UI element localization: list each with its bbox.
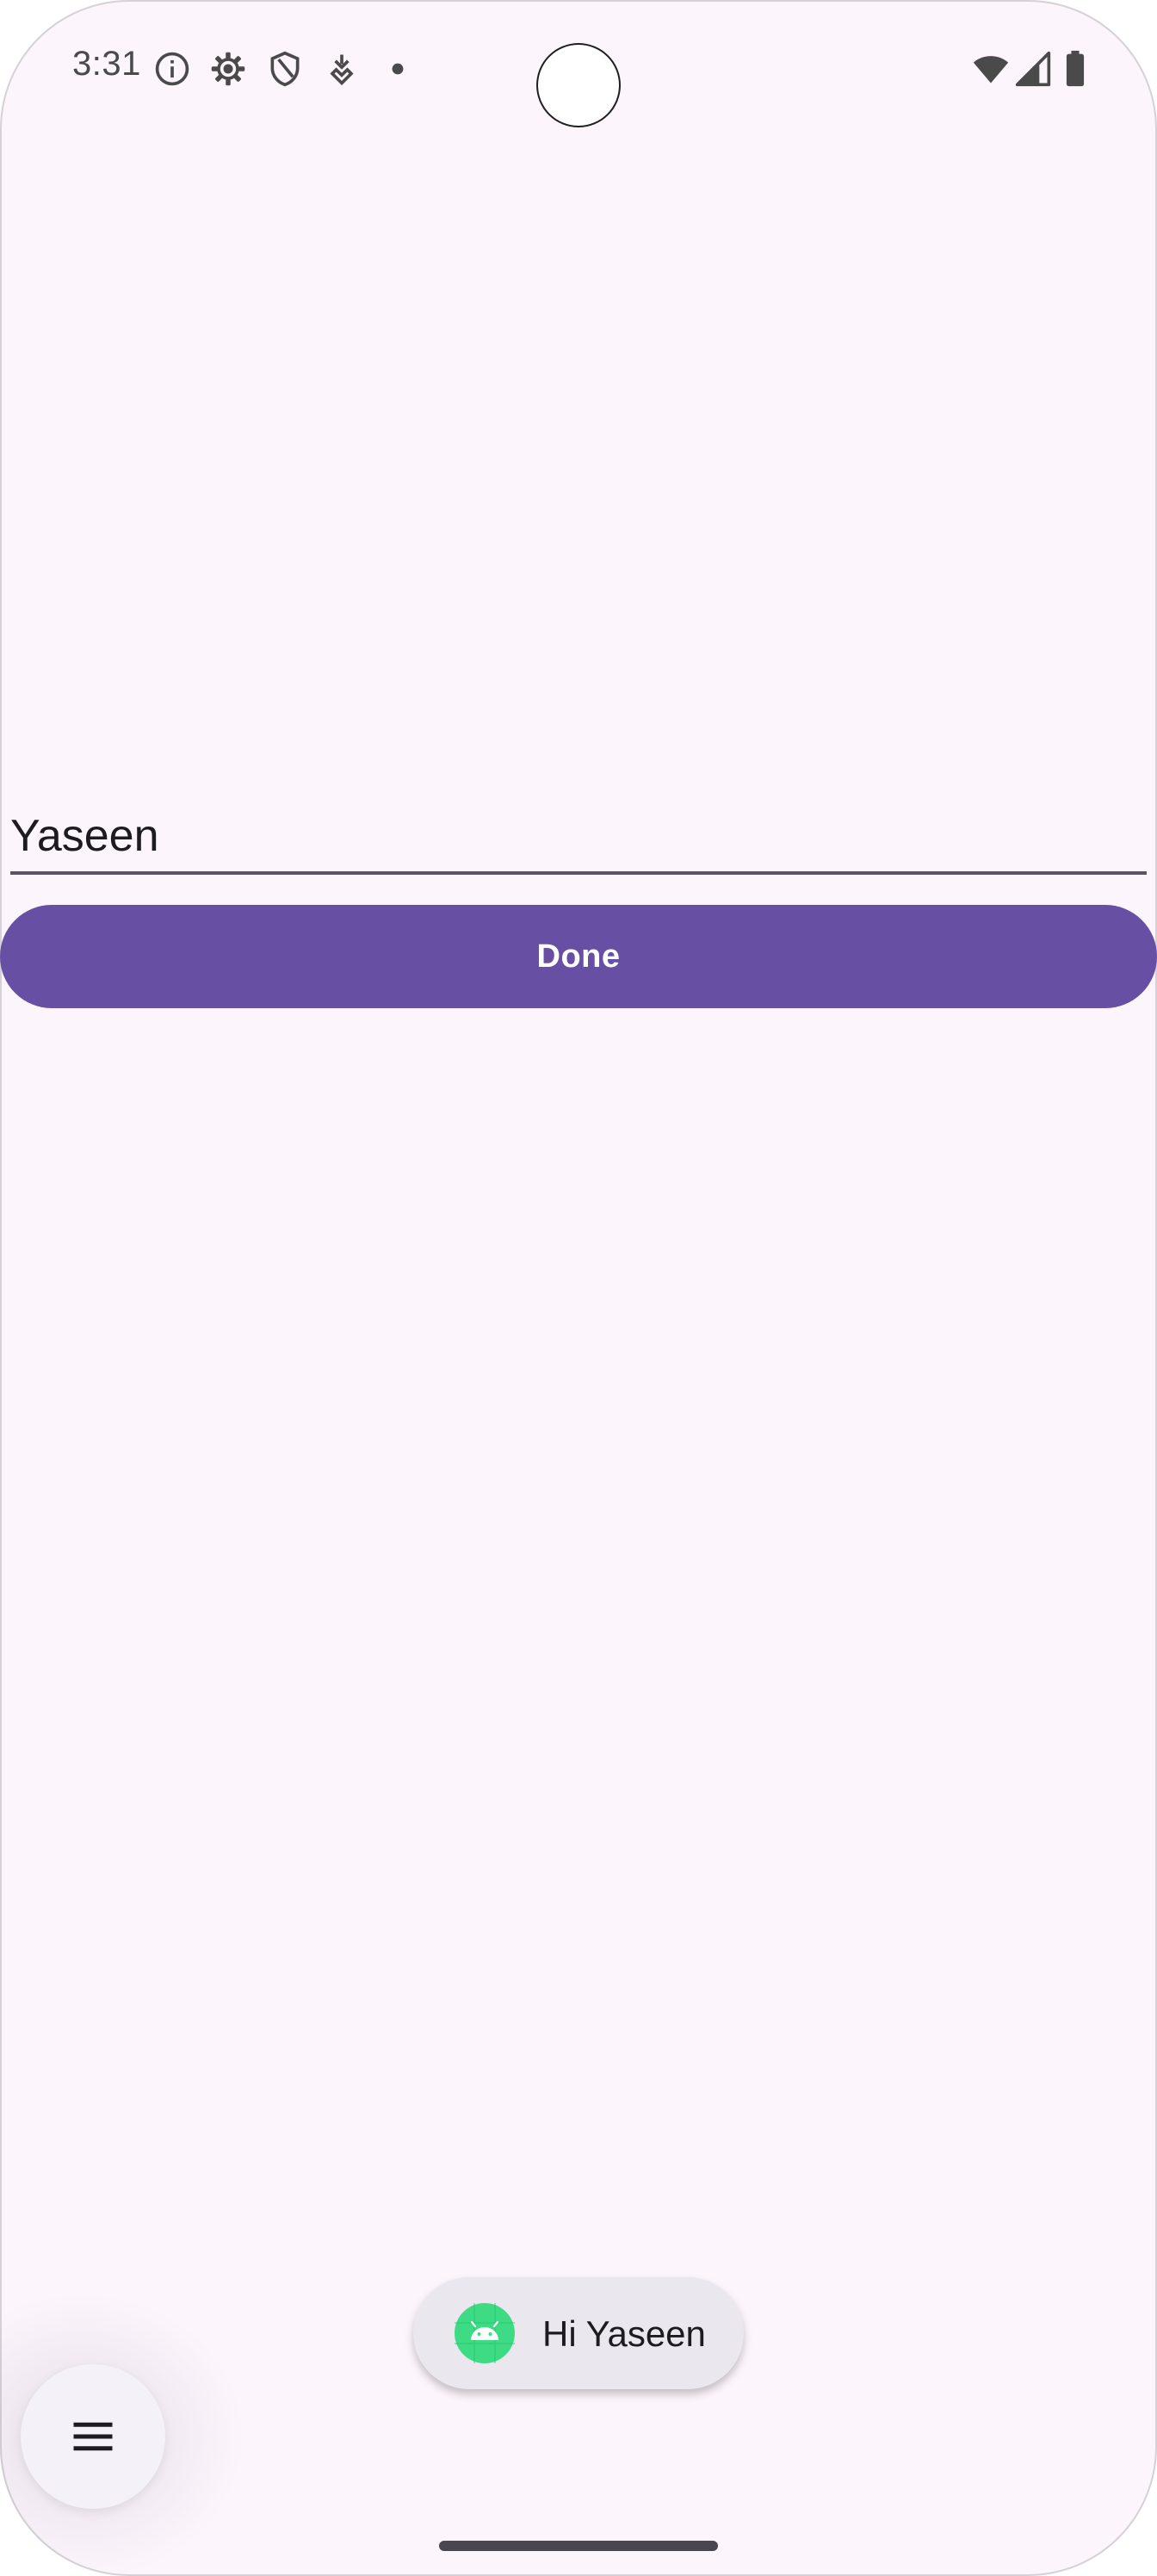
- done-button[interactable]: Done: [0, 905, 1157, 1008]
- name-input[interactable]: [10, 801, 1147, 875]
- dot-icon: [379, 50, 417, 88]
- status-bar: 3:31: [0, 0, 1157, 138]
- download-icon: [323, 50, 361, 88]
- shield-icon: [266, 50, 304, 88]
- android-icon: [455, 2303, 515, 2363]
- toast-text: Hi Yaseen: [542, 2313, 706, 2354]
- menu-icon: [73, 2422, 113, 2451]
- signal-icon: [1014, 50, 1052, 88]
- wifi-icon: [969, 50, 1012, 88]
- info-icon: [153, 50, 191, 88]
- toast-message: Hi Yaseen: [413, 2277, 744, 2389]
- home-indicator[interactable]: [439, 2541, 718, 2551]
- camera-cutout: [538, 45, 619, 126]
- device-screen: 3:31 Yaseen Done Hi Yaseen: [0, 0, 1157, 2576]
- battery-icon: [1061, 50, 1090, 88]
- settings-icon: [209, 50, 247, 88]
- menu-button[interactable]: [21, 2364, 165, 2509]
- status-time: 3:31: [72, 45, 141, 83]
